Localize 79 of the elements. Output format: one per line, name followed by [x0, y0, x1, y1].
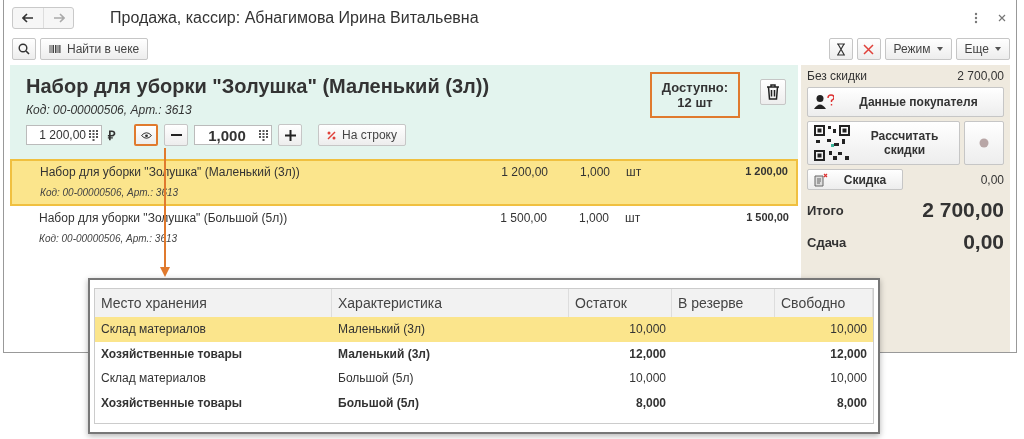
line-quantity: 1,000 [577, 211, 609, 225]
trash-icon [766, 84, 780, 100]
search-button[interactable] [12, 38, 36, 60]
table-cell-text: Склад материалов [100, 322, 207, 337]
mode-dropdown[interactable]: Режим [884, 38, 952, 60]
line-discount-button[interactable]: На строку [318, 124, 406, 146]
price-field[interactable]: 1 200,00 [26, 125, 102, 145]
window-title: Продажа, кассир: Абнагимова Ирина Витальевна [110, 9, 479, 27]
delete-button[interactable] [760, 79, 786, 105]
document-discount-icon [814, 172, 828, 187]
search-icon [18, 43, 30, 55]
table-cell-text: Маленький (3л) [337, 346, 431, 361]
stock-row[interactable]: Хозяйственные товары Большой (5л) 8,000 8,000 [95, 390, 873, 415]
stock-row[interactable]: Склад материалов Маленький (3л) 10,000 10,000 [95, 317, 873, 342]
more-icon[interactable] [974, 12, 978, 24]
change-value: 0,00 [963, 230, 1004, 254]
available-label: Доступно: [661, 80, 729, 95]
discount-value: 0,00 [980, 172, 1004, 187]
more-dropdown[interactable]: Еще [955, 38, 1010, 60]
line-unit: шт [626, 165, 643, 179]
discount-button[interactable]: Скидка [807, 169, 903, 190]
person-question-icon [814, 94, 834, 110]
line-sum: 1 500,00 [745, 211, 789, 225]
table-cell-text: 12,000 [829, 346, 868, 361]
table-cell-text: 8,000 [835, 395, 868, 410]
table-cell-text: 8,000 [634, 395, 667, 410]
line-sum: 1 200,00 [744, 165, 788, 179]
back-arrow-icon [22, 13, 34, 23]
table-cell-text: 10,000 [628, 322, 667, 337]
status-dot-icon [979, 138, 989, 148]
calculate-discounts-button[interactable]: Рассчитать скидки [807, 121, 960, 165]
table-cell-text: 10,000 [829, 371, 868, 386]
table-cell-text: Хозяйственные товары [100, 346, 244, 361]
table-cell-text: Склад материалов [100, 371, 207, 386]
total-label: Итого [807, 202, 844, 218]
stock-row[interactable]: Склад материалов Большой (5л) 10,000 10,000 [95, 366, 873, 391]
hourglass-button[interactable] [828, 38, 853, 60]
table-cell-text: 10,000 [829, 322, 868, 337]
line-price: 1 200,00 [500, 165, 548, 179]
plus-icon [284, 129, 296, 141]
stock-row[interactable]: Хозяйственные товары Маленький (3л) 12,000 12,000 [95, 341, 873, 366]
keypad-icon [89, 129, 98, 141]
product-code: Код: 00-00000506, Арт.: 3613 [26, 103, 193, 117]
total-value: 2 700,00 [922, 198, 1004, 222]
table-cell-text: 12,000 [628, 346, 667, 361]
line-name: Набор для уборки "Золушка" (Маленький (3л)) [40, 165, 301, 179]
quantity-field[interactable]: 1,000 [194, 125, 272, 145]
line-price: 1 500,00 [499, 211, 547, 225]
line-quantity: 1,000 [578, 165, 610, 179]
table-cell-text: Хозяйственные товары [100, 395, 244, 410]
no-discount-value: 2 700,00 [957, 69, 1004, 83]
increase-button[interactable] [278, 124, 302, 146]
customer-data-button[interactable]: Данные покупателя [807, 87, 1004, 117]
stock-view-button[interactable] [134, 124, 158, 146]
percent-icon [327, 130, 337, 140]
available-value: 12 шт [677, 95, 713, 110]
qr-code-icon [814, 125, 850, 161]
table-cell-text: Большой (5л) [337, 395, 420, 410]
caret-icon [936, 47, 943, 51]
table-cell-text: Маленький (3л) [337, 322, 427, 337]
product-title: Набор для уборки "Золушка" (Маленький (3л)) [26, 75, 491, 98]
decrease-button[interactable] [164, 124, 188, 146]
table-cell-text: 10,000 [628, 371, 667, 386]
minus-icon [170, 134, 182, 136]
table-cell-text: Большой (5л) [337, 371, 415, 386]
find-in-receipt-button[interactable]: Найти в чеке [40, 38, 149, 60]
forward-arrow-icon [52, 13, 65, 23]
eye-icon [140, 131, 152, 139]
cancel-button[interactable] [856, 38, 881, 60]
close-icon [863, 43, 875, 55]
barcode-icon [49, 45, 61, 53]
change-label: Сдача [807, 234, 847, 250]
no-discount-label: Без скидки [807, 69, 868, 83]
caret-icon [995, 47, 1001, 51]
hourglass-icon [835, 42, 846, 56]
close-icon[interactable] [998, 14, 1006, 22]
currency-sign: ₽ [108, 127, 116, 144]
keypad-icon [259, 129, 268, 141]
line-unit: шт [625, 211, 642, 225]
